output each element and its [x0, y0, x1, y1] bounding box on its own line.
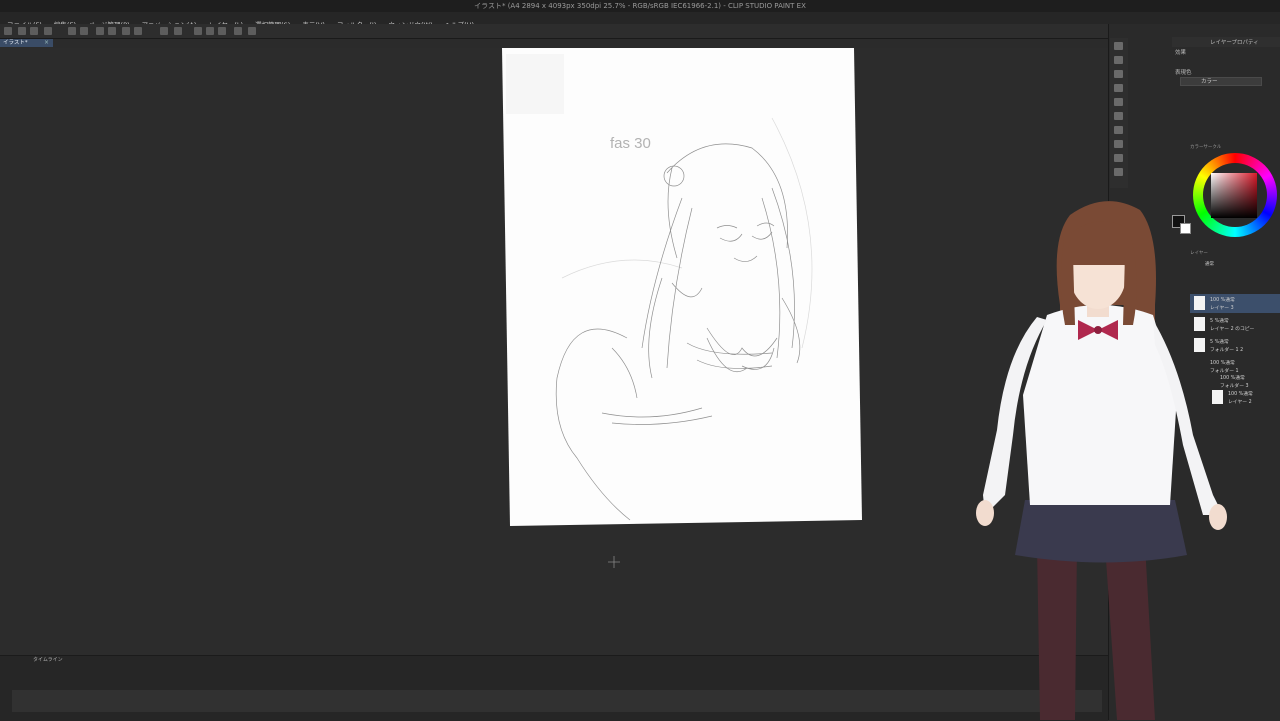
pen-icon[interactable] [1114, 56, 1123, 64]
pen-correction-icon[interactable] [194, 27, 202, 35]
clear-icon[interactable] [108, 27, 116, 35]
vtuber-avatar [976, 201, 1227, 720]
transform-icon[interactable] [134, 27, 142, 35]
move-icon[interactable] [1114, 42, 1123, 50]
pen-correction-icon[interactable] [206, 27, 214, 35]
brush-icon[interactable] [1114, 70, 1123, 78]
undo-icon[interactable] [68, 27, 76, 35]
fill-bucket-icon[interactable] [1114, 112, 1123, 120]
expression-color-label: 表現色 [1175, 70, 1192, 76]
gradient-icon[interactable] [1114, 126, 1123, 134]
snap-icon[interactable] [248, 27, 256, 35]
effect-label: 効果 [1175, 50, 1187, 56]
export-icon[interactable] [44, 27, 52, 35]
layer-property-header: レイヤープロパティ [1172, 37, 1280, 47]
color-circle-label: カラーサークル [1190, 145, 1222, 150]
tool-strip [1110, 38, 1128, 188]
frame-icon[interactable] [1114, 154, 1123, 162]
text-icon[interactable] [1114, 140, 1123, 148]
pen-correction-icon[interactable] [218, 27, 226, 35]
open-icon[interactable] [18, 27, 26, 35]
eyedropper-icon[interactable] [1114, 168, 1123, 176]
crosshair-cursor-icon [608, 556, 620, 568]
eraser-icon[interactable] [1114, 84, 1123, 92]
fill-icon[interactable] [122, 27, 130, 35]
title-bar: イラスト* (A4 2894 x 4093px 350dpi 25.7% - R… [0, 0, 1280, 12]
save-icon[interactable] [30, 27, 38, 35]
deselect-icon[interactable] [174, 27, 182, 35]
expression-color-select[interactable]: カラー [1180, 77, 1262, 86]
close-icon[interactable]: × [44, 39, 49, 46]
layer-property-label: レイヤープロパティ [1210, 40, 1259, 46]
menu-bar: ファイル(F) 編集(E) ページ管理(P) アニメーション(A) レイヤー(L… [0, 12, 1280, 29]
ruler-icon[interactable] [234, 27, 242, 35]
timeline-track[interactable] [12, 690, 1102, 712]
timeline-tab[interactable]: タイムライン [33, 656, 63, 663]
sketch-drawing: fas 30 [506, 54, 813, 521]
command-bar [0, 24, 1110, 39]
redo-icon[interactable] [80, 27, 88, 35]
sketch-note: fas 30 [610, 135, 651, 152]
new-icon[interactable] [4, 27, 12, 35]
select-all-icon[interactable] [160, 27, 168, 35]
lasso-icon[interactable] [1114, 98, 1123, 106]
settings-icon[interactable] [96, 27, 104, 35]
window-title: イラスト* (A4 2894 x 4093px 350dpi 25.7% - R… [474, 2, 806, 10]
